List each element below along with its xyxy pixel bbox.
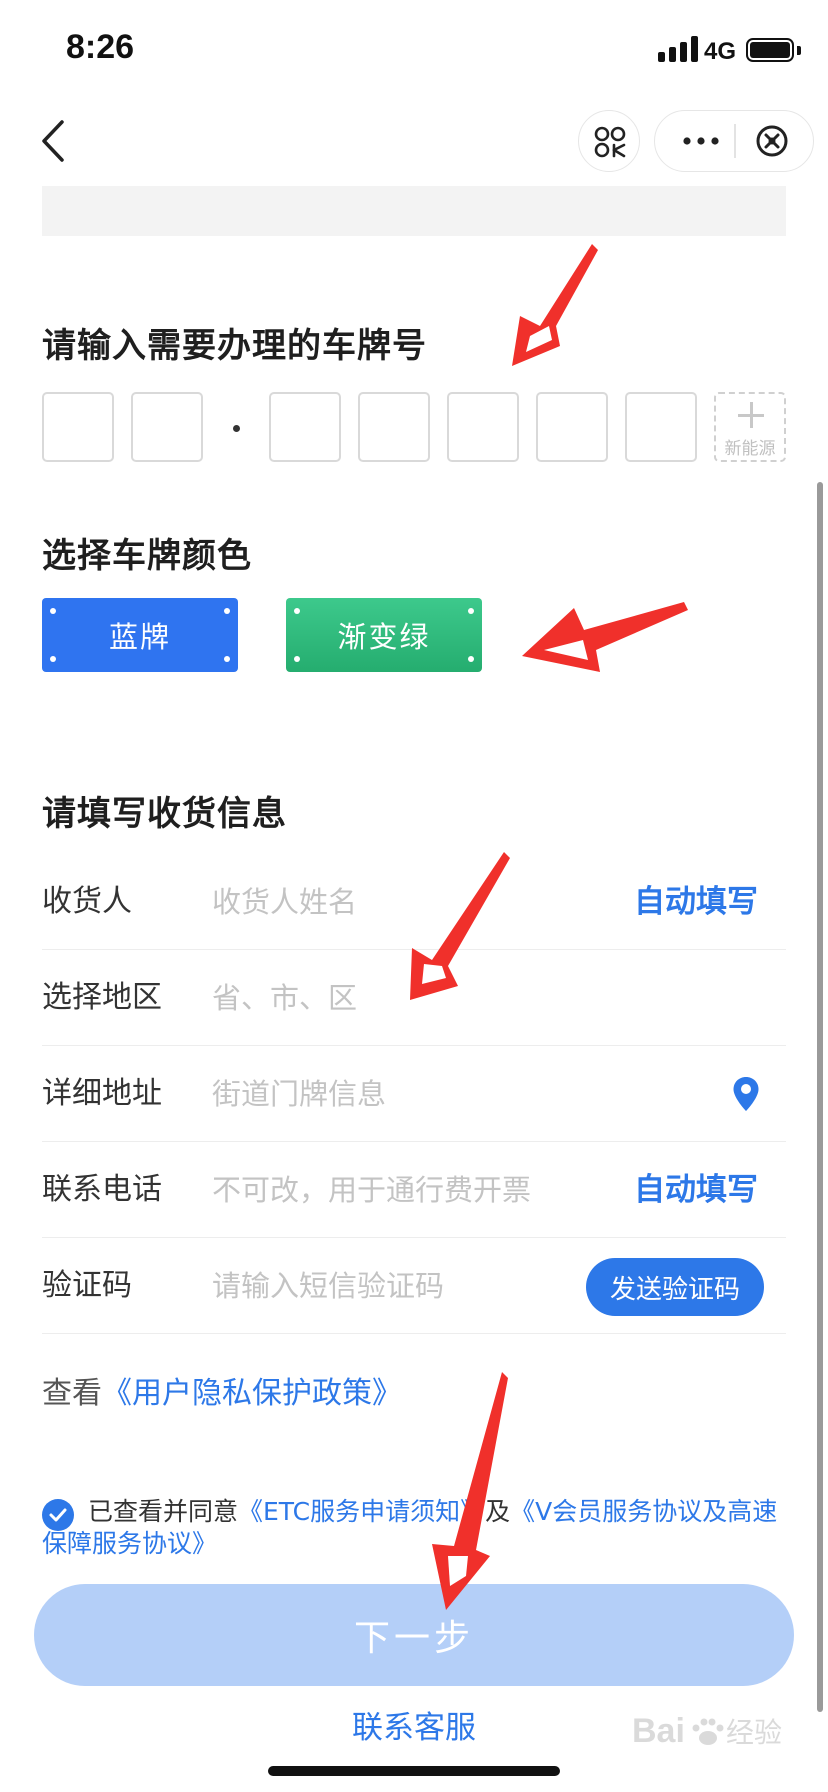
blue-plate-button[interactable]: 蓝牌 <box>42 598 238 672</box>
privacy-policy-link[interactable]: 《用户隐私保护政策》 <box>102 1376 402 1411</box>
region-input[interactable] <box>212 974 592 1022</box>
annotation-arrow-color <box>522 602 688 672</box>
form-row-recipient: 收货人 自动填写 <box>42 854 786 950</box>
more-dots-icon <box>683 137 719 145</box>
scan-icon <box>594 126 626 158</box>
annotation-arrow-next <box>432 1372 508 1610</box>
plate-color-title: 选择车牌颜色 <box>42 536 252 576</box>
recipient-label: 收货人 <box>42 884 132 919</box>
plate-char-box-1[interactable] <box>42 392 114 462</box>
phone-input[interactable] <box>212 1166 602 1214</box>
form-row-code: 验证码 发送验证码 <box>42 1238 786 1334</box>
etc-notice-link[interactable]: 《ETC服务申请须知》 <box>238 1497 485 1526</box>
green-plate-label: 渐变绿 <box>337 620 431 654</box>
region-label: 选择地区 <box>42 980 162 1015</box>
new-energy-box[interactable]: 新能源 <box>714 392 786 462</box>
close-button[interactable] <box>746 121 802 161</box>
plate-char-box-5[interactable] <box>447 392 519 462</box>
address-label: 详细地址 <box>42 1076 162 1111</box>
agreement-middle: 及 <box>485 1497 511 1526</box>
send-code-button[interactable]: 发送验证码 <box>586 1258 764 1316</box>
plate-char-box-4[interactable] <box>358 392 430 462</box>
battery-icon <box>746 38 794 62</box>
auto-fill-name-button[interactable]: 自动填写 <box>634 854 758 950</box>
baidu-watermark-logo: Bai 经验 <box>632 1712 782 1750</box>
svg-text:经验: 经验 <box>726 1716 782 1749</box>
status-bar: 8:26 4G <box>0 0 828 96</box>
plate-separator-dot <box>233 425 240 432</box>
signal-icon <box>658 36 700 62</box>
recipient-input[interactable] <box>212 878 592 926</box>
phone-label: 联系电话 <box>42 1172 162 1207</box>
svg-text:Bai: Bai <box>632 1712 685 1750</box>
battery-cap <box>797 46 801 55</box>
scan-button[interactable] <box>578 110 640 172</box>
back-button[interactable] <box>36 116 76 166</box>
plus-icon <box>738 402 764 428</box>
plate-char-box-6[interactable] <box>536 392 608 462</box>
shipping-section-title: 请填写收货信息 <box>42 794 287 834</box>
privacy-prefix: 查看 <box>42 1376 102 1411</box>
next-step-button[interactable]: 下一步 <box>34 1584 794 1686</box>
code-label: 验证码 <box>42 1268 132 1303</box>
agreement-text: 已查看并同意《ETC服务申请须知》及《V会员服务协议及高速保障服务协议》 <box>42 1496 786 1560</box>
close-circle-icon <box>756 125 788 157</box>
agreement-prefix: 已查看并同意 <box>88 1497 239 1526</box>
top-banner <box>42 186 786 236</box>
form-row-region: 选择地区 <box>42 950 786 1046</box>
auto-fill-phone-button[interactable]: 自动填写 <box>634 1142 758 1238</box>
code-input[interactable] <box>212 1262 572 1310</box>
green-plate-button[interactable]: 渐变绿 <box>286 598 482 672</box>
plate-char-box-7[interactable] <box>625 392 697 462</box>
new-energy-label: 新能源 <box>724 439 776 459</box>
privacy-line: 查看《用户隐私保护政策》 <box>42 1368 402 1412</box>
plate-char-box-3[interactable] <box>269 392 341 462</box>
location-pin-icon[interactable] <box>732 1076 760 1112</box>
network-label: 4G <box>704 38 737 65</box>
plate-section-title: 请输入需要办理的车牌号 <box>42 326 427 366</box>
form-row-phone: 联系电话 自动填写 <box>42 1142 786 1238</box>
plate-char-box-2[interactable] <box>131 392 203 462</box>
form-row-address: 详细地址 <box>42 1046 786 1142</box>
chevron-left-icon <box>42 120 64 162</box>
annotation-arrow-plate <box>512 244 598 366</box>
more-button[interactable] <box>668 121 734 161</box>
home-indicator <box>268 1766 560 1776</box>
scrollbar[interactable] <box>817 482 823 1712</box>
status-time: 8:26 <box>66 28 135 66</box>
capsule-divider <box>734 124 736 158</box>
address-input[interactable] <box>212 1070 592 1118</box>
blue-plate-label: 蓝牌 <box>108 620 171 654</box>
